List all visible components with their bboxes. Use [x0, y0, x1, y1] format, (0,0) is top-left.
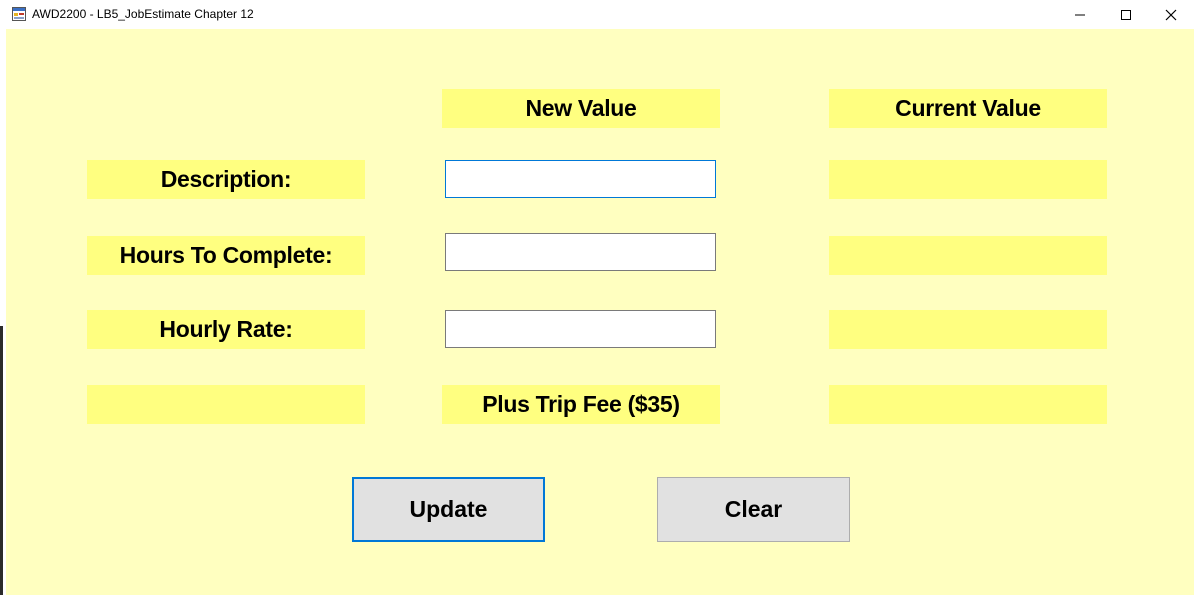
- hourly-rate-current-value: [829, 310, 1107, 349]
- current-value-header: Current Value: [829, 89, 1107, 128]
- maximize-icon: [1121, 10, 1131, 20]
- description-label: Description:: [87, 160, 365, 199]
- new-value-header: New Value: [442, 89, 720, 128]
- description-input[interactable]: [445, 160, 716, 198]
- hourly-rate-input[interactable]: [445, 310, 716, 348]
- hours-to-complete-current-value: [829, 236, 1107, 275]
- description-current-value: [829, 160, 1107, 199]
- minimize-button[interactable]: [1057, 0, 1103, 29]
- trip-fee-current-value: [829, 385, 1107, 424]
- minimize-icon: [1075, 14, 1085, 16]
- title-bar[interactable]: AWD2200 - LB5_JobEstimate Chapter 12: [0, 0, 1194, 29]
- trip-fee-label: Plus Trip Fee ($35): [442, 385, 720, 424]
- hours-to-complete-label: Hours To Complete:: [87, 236, 365, 275]
- form-app-icon: [12, 7, 26, 21]
- close-button[interactable]: [1148, 0, 1194, 29]
- hours-to-complete-input[interactable]: [445, 233, 716, 271]
- maximize-button[interactable]: [1103, 0, 1149, 29]
- background-edge: [0, 326, 3, 595]
- hourly-rate-label: Hourly Rate:: [87, 310, 365, 349]
- clear-button[interactable]: Clear: [657, 477, 850, 542]
- fee-row-label: [87, 385, 365, 424]
- update-button[interactable]: Update: [352, 477, 545, 542]
- window-title: AWD2200 - LB5_JobEstimate Chapter 12: [32, 7, 254, 21]
- close-icon: [1165, 9, 1177, 21]
